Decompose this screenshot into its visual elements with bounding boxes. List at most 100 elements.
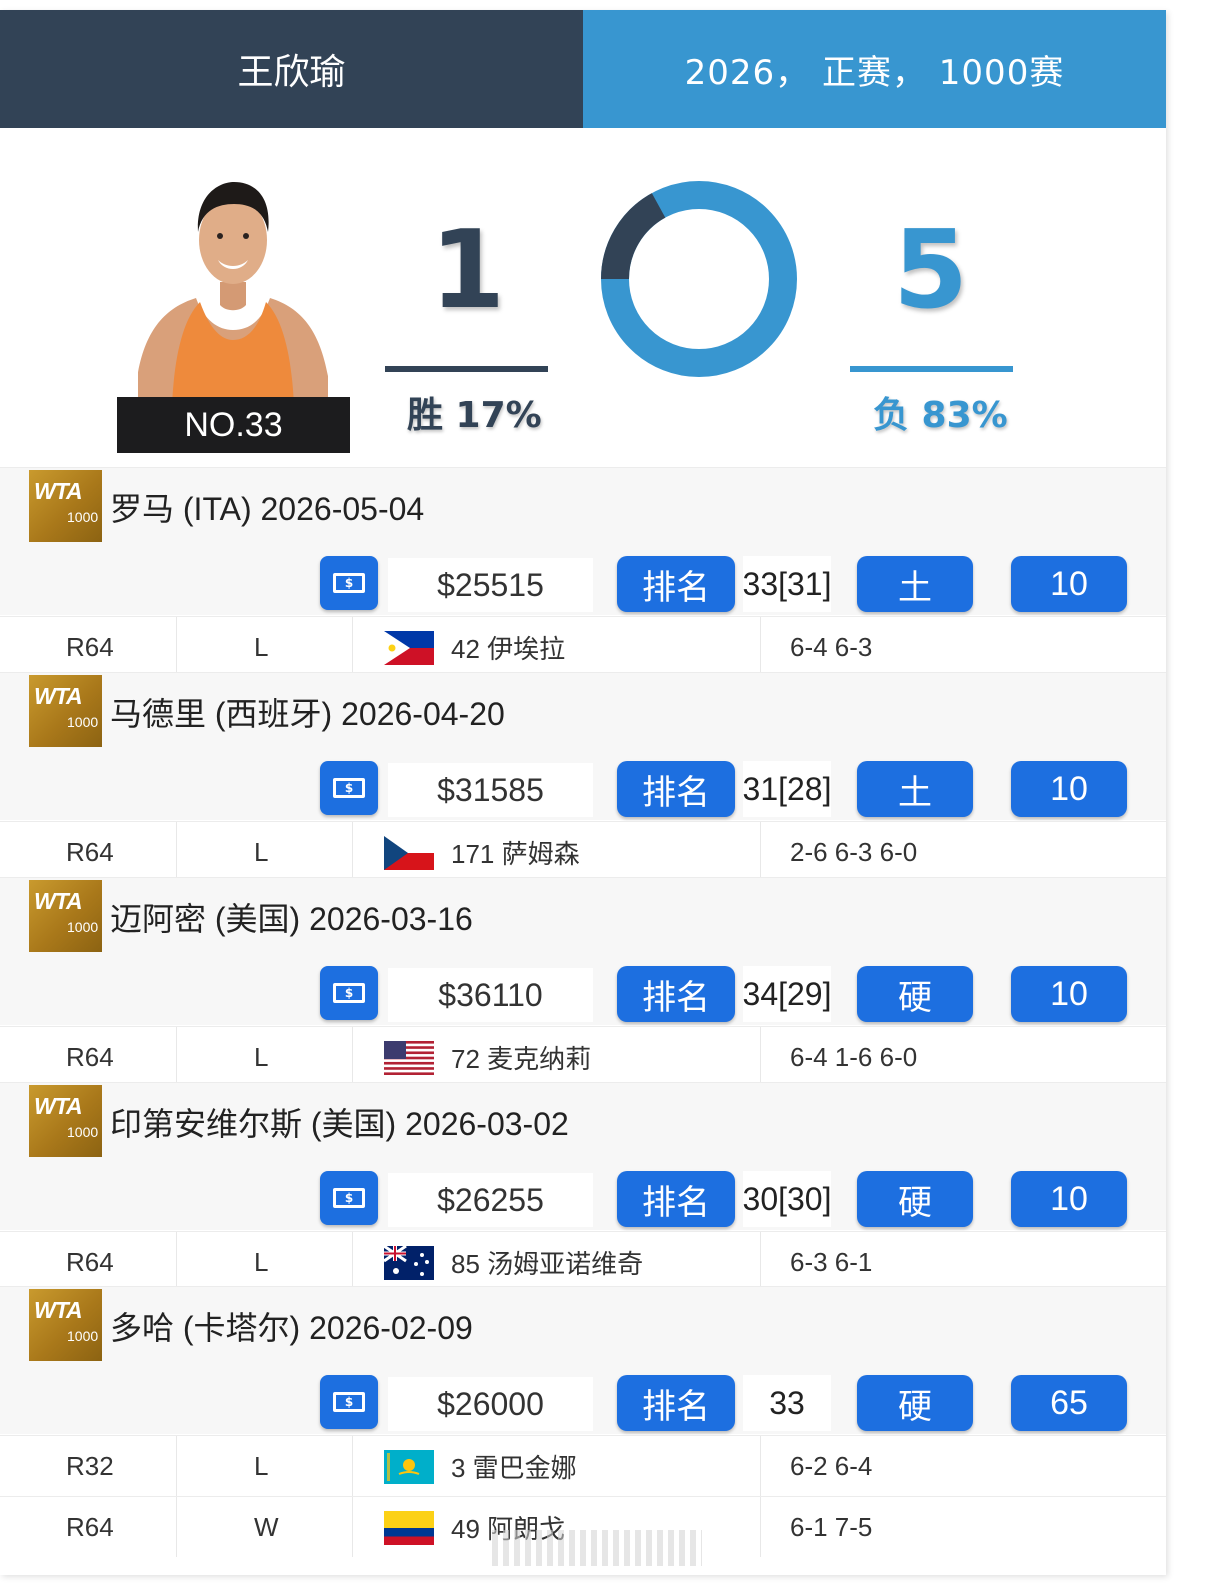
rank-badge: NO.33 xyxy=(117,397,350,453)
opponent-name[interactable]: 171 萨姆森 xyxy=(451,822,580,882)
column-divider xyxy=(176,1436,177,1496)
tournament-header[interactable]: WTA 1000 罗马 (ITA) 2026-05-04 $ $25515 排名 33[31… xyxy=(0,467,1166,615)
watermark xyxy=(492,1530,702,1566)
match-result: W xyxy=(254,1511,279,1542)
tournament-title[interactable]: 迈阿密 (美国) 2026-03-16 xyxy=(110,894,473,940)
wta-1000-logo: WTA 1000 xyxy=(29,675,102,747)
wta-1000-logo: WTA 1000 xyxy=(29,470,102,542)
column-divider xyxy=(352,822,353,882)
column-divider xyxy=(176,1027,177,1087)
colombia-flag xyxy=(384,1511,434,1545)
surface-badge[interactable]: 硬 xyxy=(857,966,973,1022)
column-divider xyxy=(760,1497,761,1557)
prize-money: $25515 xyxy=(388,558,593,612)
match-row[interactable]: R32 L 3 雷巴金娜 6-2 6-4 xyxy=(0,1435,1166,1496)
rank-value: 30[30] xyxy=(743,1171,831,1227)
rank-value: 31[28] xyxy=(743,761,831,817)
column-divider xyxy=(176,1232,177,1292)
rank-value: 34[29] xyxy=(743,966,831,1022)
rank-button[interactable]: 排名 xyxy=(617,966,735,1022)
column-divider xyxy=(352,1497,353,1557)
opponent-name[interactable]: 85 汤姆亚诺维奇 xyxy=(451,1232,643,1292)
match-result: L xyxy=(254,1246,269,1277)
column-divider xyxy=(352,617,353,677)
match-score: 6-1 7-5 xyxy=(790,1511,873,1542)
points-badge[interactable]: 10 xyxy=(1011,966,1127,1022)
tournament-header[interactable]: WTA 1000 马德里 (西班牙) 2026-04-20 $ $31585 排名 31[2… xyxy=(0,672,1166,820)
rank-value: 33 xyxy=(743,1375,831,1431)
tournament-title[interactable]: 马德里 (西班牙) 2026-04-20 xyxy=(110,689,505,735)
tournament-title[interactable]: 印第安维尔斯 (美国) 2026-03-02 xyxy=(110,1099,569,1145)
match-result: L xyxy=(254,1041,269,1072)
surface-badge[interactable]: 土 xyxy=(857,761,973,817)
match-round: R64 xyxy=(66,631,114,662)
match-score: 6-3 6-1 xyxy=(790,1246,873,1277)
prize-money: $26000 xyxy=(388,1377,593,1431)
column-divider xyxy=(760,617,761,677)
match-round: R64 xyxy=(66,1041,114,1072)
points-badge[interactable]: 10 xyxy=(1011,1171,1127,1227)
money-icon[interactable]: $ xyxy=(320,1171,378,1225)
money-icon[interactable]: $ xyxy=(320,761,378,815)
tournament-header[interactable]: WTA 1000 多哈 (卡塔尔) 2026-02-09 $ $26000 排名 33 硬 65 xyxy=(0,1286,1166,1434)
match-row[interactable]: R64 L 42 伊埃拉 6-4 6-3 xyxy=(0,616,1166,677)
match-score: 6-4 6-3 xyxy=(790,631,873,662)
czech-flag xyxy=(384,836,434,870)
column-divider xyxy=(352,1232,353,1292)
money-icon[interactable]: $ xyxy=(320,966,378,1020)
tournament-title[interactable]: 多哈 (卡塔尔) 2026-02-09 xyxy=(110,1303,473,1349)
column-divider xyxy=(352,1027,353,1087)
surface-badge[interactable]: 硬 xyxy=(857,1375,973,1431)
wins-count: 1 xyxy=(430,208,506,333)
column-divider xyxy=(352,1436,353,1496)
usa-flag xyxy=(384,1041,434,1075)
surface-badge[interactable]: 硬 xyxy=(857,1171,973,1227)
stats-card: 王欣瑜 2026， 正赛， 1000赛 NO.33 1 胜 17% 5 负 83… xyxy=(0,10,1166,1575)
tournament-title[interactable]: 罗马 (ITA) 2026-05-04 xyxy=(110,484,424,530)
points-badge[interactable]: 10 xyxy=(1011,556,1127,612)
match-row[interactable]: R64 L 72 麦克纳莉 6-4 1-6 6-0 xyxy=(0,1026,1166,1087)
player-photo xyxy=(138,182,328,406)
points-badge[interactable]: 65 xyxy=(1011,1375,1127,1431)
prize-money: $26255 xyxy=(388,1173,593,1227)
points-badge[interactable]: 10 xyxy=(1011,761,1127,817)
rank-button[interactable]: 排名 xyxy=(617,1171,735,1227)
wta-1000-logo: WTA 1000 xyxy=(29,880,102,952)
rank-button[interactable]: 排名 xyxy=(617,556,735,612)
match-round: R64 xyxy=(66,1246,114,1277)
column-divider xyxy=(176,1497,177,1557)
header: 王欣瑜 2026， 正赛， 1000赛 xyxy=(0,10,1166,128)
opponent-name[interactable]: 3 雷巴金娜 xyxy=(451,1436,577,1496)
tournament-header[interactable]: WTA 1000 迈阿密 (美国) 2026-03-16 $ $36110 排名 34[29… xyxy=(0,877,1166,1025)
column-divider xyxy=(760,1027,761,1087)
match-round: R64 xyxy=(66,1511,114,1542)
opponent-name[interactable]: 42 伊埃拉 xyxy=(451,617,565,677)
losses-label: 负 83% xyxy=(873,395,1008,436)
prize-money: $31585 xyxy=(388,763,593,817)
match-result: L xyxy=(254,1450,269,1481)
losses-count: 5 xyxy=(893,208,969,333)
wins-label: 胜 17% xyxy=(407,395,542,436)
match-result: L xyxy=(254,631,269,662)
money-icon[interactable]: $ xyxy=(320,556,378,610)
wta-1000-logo: WTA 1000 xyxy=(29,1085,102,1157)
tournament-header[interactable]: WTA 1000 印第安维尔斯 (美国) 2026-03-02 $ $26255 排名 30… xyxy=(0,1082,1166,1230)
filter-tab[interactable]: 2026， 正赛， 1000赛 xyxy=(583,10,1166,128)
column-divider xyxy=(176,822,177,882)
match-score: 6-4 1-6 6-0 xyxy=(790,1041,918,1072)
match-row[interactable]: R64 L 171 萨姆森 2-6 6-3 6-0 xyxy=(0,821,1166,882)
prize-money: $36110 xyxy=(388,968,593,1022)
opponent-name[interactable]: 72 麦克纳莉 xyxy=(451,1027,591,1087)
money-icon[interactable]: $ xyxy=(320,1375,378,1429)
wins-underline xyxy=(385,366,548,372)
rank-button[interactable]: 排名 xyxy=(617,761,735,817)
rank-button[interactable]: 排名 xyxy=(617,1375,735,1431)
match-score: 6-2 6-4 xyxy=(790,1450,873,1481)
surface-badge[interactable]: 土 xyxy=(857,556,973,612)
match-round: R64 xyxy=(66,836,114,867)
kazakhstan-flag xyxy=(384,1450,434,1484)
player-name-tab[interactable]: 王欣瑜 xyxy=(0,10,583,128)
australia-flag xyxy=(384,1246,434,1280)
match-row[interactable]: R64 L 85 汤姆亚诺维奇 6-3 6-1 xyxy=(0,1231,1166,1292)
match-round: R32 xyxy=(66,1450,114,1481)
